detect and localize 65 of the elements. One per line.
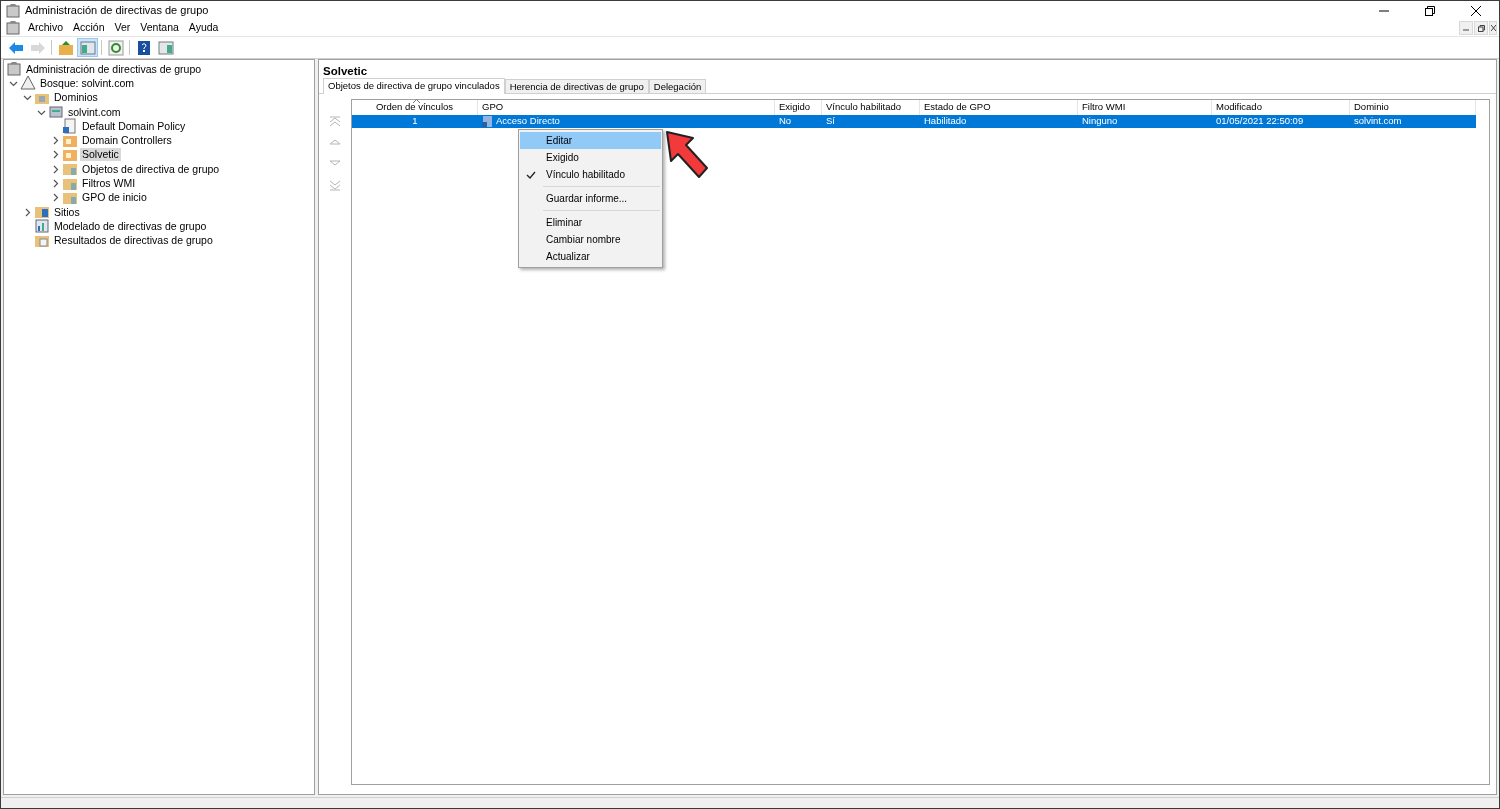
tree-item[interactable]: Modelado de directivas de grupo (52, 219, 209, 233)
checkmark-icon (526, 170, 536, 179)
tree-item[interactable]: Bosque: solvint.com (38, 76, 136, 90)
help-icon (135, 39, 152, 56)
menu-option[interactable]: Editar (520, 132, 661, 149)
refresh-tool-button[interactable] (105, 38, 126, 57)
close-icon (1471, 5, 1481, 16)
script-icon (482, 116, 493, 127)
close-icon (1490, 25, 1496, 31)
sort-ascending-icon (413, 99, 420, 103)
tree-item[interactable]: Resultados de directivas de grupo (52, 234, 215, 248)
menu-item[interactable]: Ayuda (183, 20, 224, 36)
table-row[interactable]: 1 Acceso Directo No Sí Habilitado Ninguno 01/05/2021 22:50:09 solvint.com (352, 115, 1476, 128)
table-cell: Acceso Directo (496, 114, 560, 129)
tree-item[interactable]: Domain Controllers (80, 134, 174, 148)
tree-item[interactable]: Sitios (52, 205, 82, 219)
restore-icon (1425, 5, 1435, 16)
tree-item[interactable]: Objetos de directiva de grupo (80, 162, 222, 176)
tab[interactable]: Herencia de directivas de grupo (504, 79, 649, 93)
forward-icon (29, 39, 46, 56)
panel-title: Solvetic (323, 65, 368, 77)
table-cell: Sí (826, 114, 835, 129)
folder-icon (62, 161, 78, 178)
menu-option[interactable]: Vínculo habilitado (520, 166, 661, 183)
tab[interactable]: Objetos de directiva de grupo vinculados (323, 78, 505, 94)
console-icon (5, 20, 21, 36)
menu-item[interactable]: Ver (109, 20, 136, 36)
menu-item[interactable]: Archivo (23, 20, 68, 36)
child-restore-button[interactable] (1474, 21, 1488, 35)
folder-icon (34, 204, 50, 221)
menu-option[interactable]: Eliminar (520, 214, 661, 231)
tree-icon (79, 39, 96, 56)
pointer-arrow-icon (665, 130, 709, 180)
chart-icon (34, 218, 50, 235)
triangle-icon (20, 75, 36, 92)
pane-icon (157, 39, 174, 56)
console-icon (6, 61, 22, 78)
child-close-button[interactable] (1489, 21, 1497, 35)
server-icon (48, 104, 64, 121)
up-icon (57, 39, 74, 56)
tree-item[interactable]: Solvetic (80, 148, 121, 162)
table-cell: No (779, 114, 792, 129)
menu-option[interactable]: Cambiar nombre (520, 231, 661, 248)
tree-item[interactable]: Default Domain Policy (80, 119, 188, 133)
console-icon (5, 2, 21, 19)
window-title: Administración de directivas de grupo (25, 3, 209, 19)
menu-option[interactable]: Actualizar (520, 248, 661, 265)
menu-item[interactable]: Acción (68, 20, 110, 36)
document-icon (62, 118, 78, 135)
table-cell: 1 (412, 114, 418, 129)
restore-icon (1477, 24, 1485, 32)
table-cell: Ninguno (1082, 114, 1118, 129)
menu-item[interactable]: Ventana (135, 20, 184, 36)
menu-option[interactable]: Guardar informe... (520, 190, 661, 207)
tree-item[interactable]: solvint.com (66, 105, 123, 119)
table-cell: solvint.com (1354, 114, 1402, 129)
tree-item[interactable]: Filtros WMI (80, 177, 138, 190)
tree-item[interactable]: Dominios (52, 91, 100, 105)
menu-option[interactable]: Exigido (520, 149, 661, 166)
tree-item[interactable]: Administración de directivas de grupo (24, 62, 204, 76)
table-cell: Habilitado (924, 114, 967, 129)
refresh-icon (107, 39, 124, 56)
tree-item[interactable]: GPO de inicio (80, 191, 149, 205)
table-cell: 01/05/2021 22:50:09 (1216, 114, 1304, 129)
tab[interactable]: Delegación (648, 79, 707, 93)
